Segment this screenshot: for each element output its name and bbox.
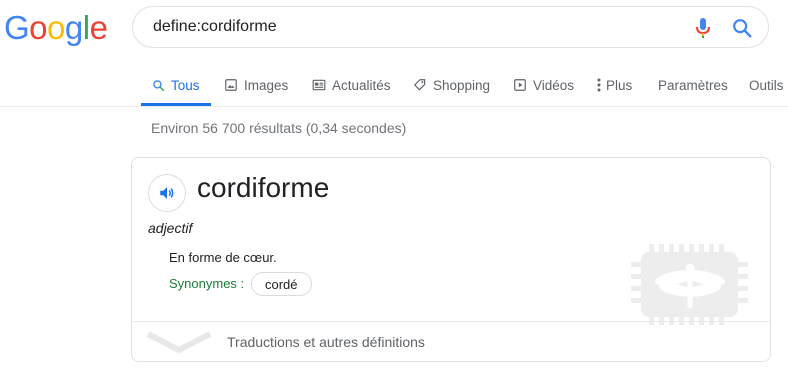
tab-label: Shopping [433, 77, 491, 93]
pronunciation-button[interactable] [148, 174, 186, 212]
logo-letter: o [29, 9, 48, 46]
tab-label: Vidéos [533, 77, 575, 93]
search-icon [153, 79, 165, 91]
google-logo[interactable]: Google [4, 8, 108, 48]
tab-label: Images [244, 77, 289, 93]
logo-letter: o [47, 9, 65, 46]
definition-text: En forme de cœur. [169, 250, 277, 265]
tab-label: Tous [171, 77, 200, 93]
tab-label: Paramètres [658, 77, 728, 93]
tab-tools[interactable]: Outils [749, 64, 784, 106]
news-icon [312, 79, 326, 91]
tab-label: Actualités [332, 77, 391, 93]
play-icon [514, 79, 526, 91]
result-stats: Environ 56 700 résultats (0,34 secondes) [151, 120, 407, 136]
tab-label: Outils [749, 77, 784, 93]
logo-letter: l [82, 9, 90, 46]
tab-videos[interactable]: Vidéos [513, 64, 574, 106]
search-icon[interactable] [731, 17, 753, 39]
tab-label: Plus [606, 77, 633, 93]
image-icon [225, 79, 237, 91]
dictionary-card: cordiforme adjectif En forme de cœur. Sy… [131, 157, 771, 362]
more-vert-icon [597, 78, 601, 92]
logo-letter: G [4, 9, 30, 46]
tab-shopping[interactable]: Shopping [413, 64, 490, 106]
synonyms-label: Synonymes : [169, 276, 245, 291]
tab-settings[interactable]: Paramètres [658, 64, 728, 106]
more-definitions-button[interactable]: Traductions et autres définitions [132, 322, 770, 361]
chevron-down-icon [146, 331, 212, 353]
more-definitions-label: Traductions et autres définitions [227, 334, 425, 350]
speaker-icon [160, 187, 174, 199]
logo-letter: e [89, 9, 108, 46]
dictionary-word: cordiforme [197, 172, 330, 203]
logo-letter: g [64, 9, 83, 46]
tabs-divider [0, 106, 788, 107]
watermark-chip-icon [631, 244, 748, 325]
tab-all[interactable]: Tous [141, 64, 211, 106]
tab-more[interactable]: Plus [596, 64, 632, 106]
synonym-chip[interactable]: cordé [251, 272, 312, 296]
tab-images[interactable]: Images [224, 64, 288, 106]
mic-icon[interactable] [695, 17, 711, 39]
tag-icon [414, 79, 426, 91]
search-input[interactable] [153, 16, 673, 38]
part-of-speech: adjectif [148, 220, 193, 236]
tab-news[interactable]: Actualités [312, 64, 391, 106]
search-tabs: Tous Images Actualités Shopping Vidéos P… [0, 64, 788, 107]
search-box [132, 6, 769, 48]
